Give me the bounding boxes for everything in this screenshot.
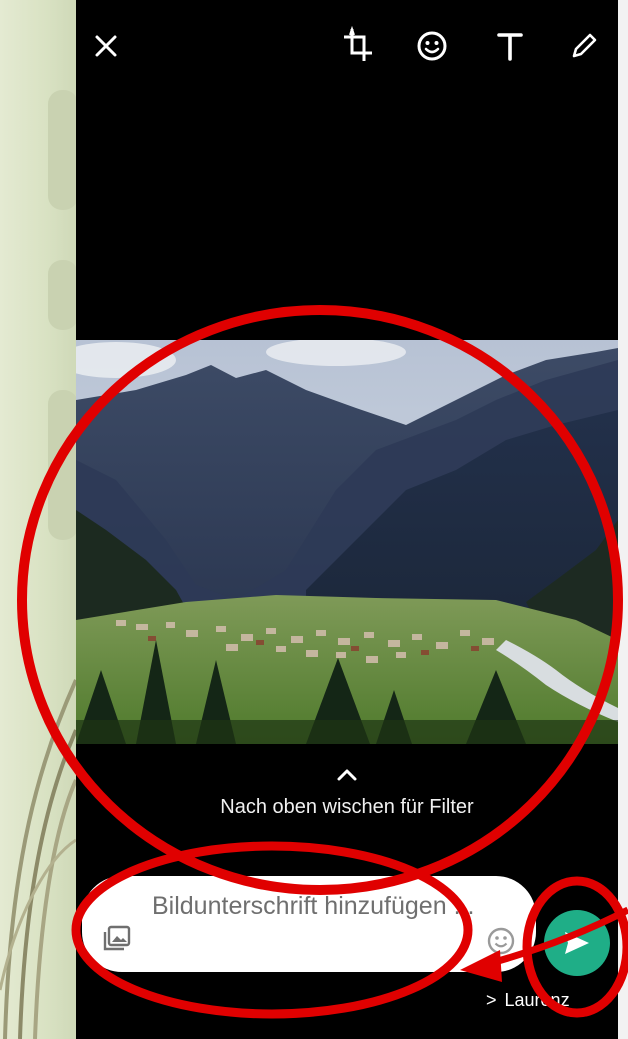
text-icon xyxy=(497,33,523,61)
caption-bar xyxy=(82,876,536,972)
filter-hint[interactable]: Nach oben wischen für Filter xyxy=(76,768,618,819)
send-icon xyxy=(565,932,589,954)
landscape-photo xyxy=(76,340,618,744)
filter-hint-text: Nach oben wischen für Filter xyxy=(220,796,474,818)
close-icon xyxy=(95,35,117,57)
pencil-icon xyxy=(572,33,597,58)
recipient-name: Laurenz xyxy=(504,990,570,1010)
recipient-label: > Laurenz xyxy=(486,990,570,1011)
emoji-sticker-button[interactable] xyxy=(412,26,452,66)
recipient-arrow: > xyxy=(486,990,497,1010)
background-left xyxy=(0,0,78,1039)
caption-input[interactable] xyxy=(152,890,482,960)
draw-button[interactable] xyxy=(564,26,604,66)
background-decoration xyxy=(48,260,78,330)
text-tool-button[interactable] xyxy=(490,26,530,66)
background-curves xyxy=(0,679,76,1039)
editor-toolbar xyxy=(76,0,618,90)
background-right xyxy=(618,0,628,1039)
crop-rotate-button[interactable] xyxy=(338,26,378,66)
image-editor-screen: Nach oben wischen für Filter > Laurenz xyxy=(76,0,618,1039)
background-decoration xyxy=(48,90,78,210)
emoji-icon[interactable] xyxy=(486,926,516,961)
chevron-up-icon xyxy=(337,769,357,781)
close-button[interactable] xyxy=(86,26,126,66)
gallery-icon[interactable] xyxy=(102,924,132,957)
crop-rotate-icon xyxy=(344,26,372,61)
smiley-icon xyxy=(417,31,447,61)
background-decoration xyxy=(48,390,78,540)
send-button[interactable] xyxy=(544,910,610,976)
